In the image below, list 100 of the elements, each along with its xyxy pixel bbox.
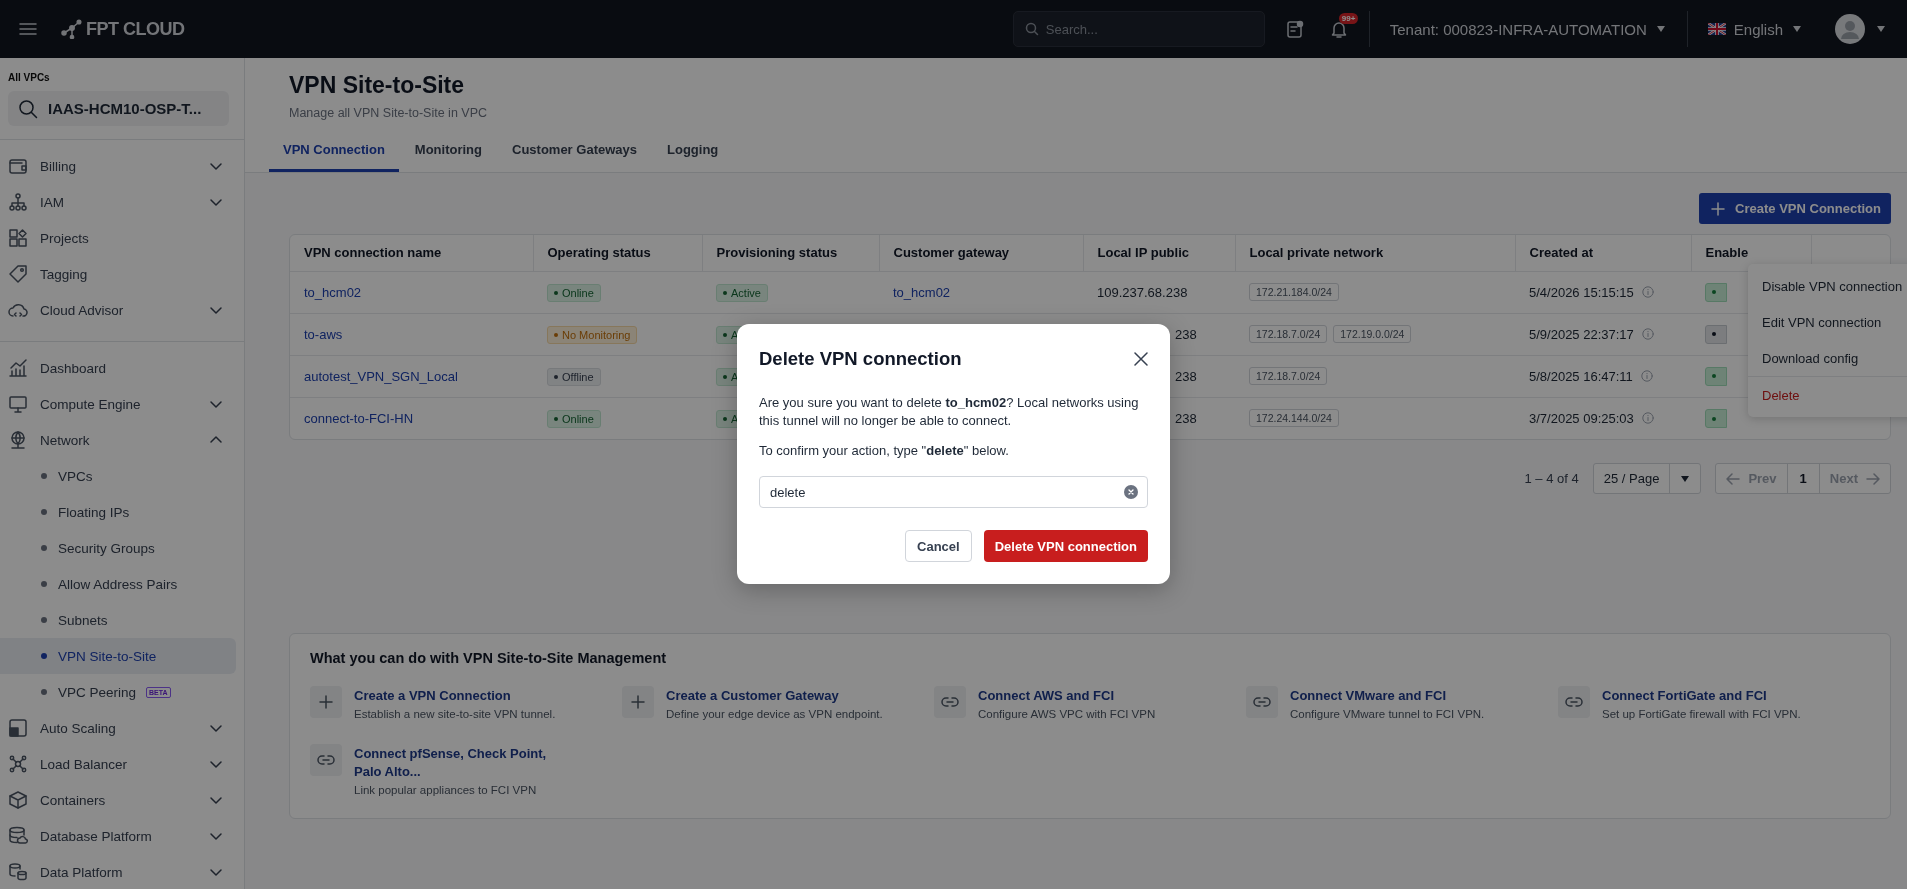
sidebar-item[interactable]: Auto Scaling [0,710,244,746]
column-header: Provisioning status [702,235,879,271]
notes-button[interactable] [1284,19,1305,39]
created-time: 5/8/2025 16:47:11 [1529,368,1633,384]
column-header: Operating status [533,235,702,271]
sidebar-subitem[interactable]: Subnets [0,602,236,638]
menu-item[interactable]: Disable VPN connection [1748,268,1907,304]
status-badge: Active [716,283,768,302]
sidebar-item[interactable]: Data Platform [0,854,244,889]
sidebar-item[interactable]: Tagging [0,256,244,292]
logo[interactable]: FPT CLOUD [60,18,185,40]
confirm-input[interactable]: delete [759,476,1148,508]
created-time: 3/7/2025 09:25:03 [1529,410,1634,426]
guide-link[interactable]: Connect pfSense, Check Point, Palo Alto... [354,745,574,781]
guide-description: Link popular appliances to FCI VPN [354,783,538,798]
status-badge: Online [547,409,601,428]
tab[interactable]: Logging [653,142,733,172]
bullet-icon [40,688,48,696]
connection-link[interactable]: autotest_VPN_SGN_Local [304,368,458,384]
ip-address: 238 [1174,368,1197,384]
plus-icon [1711,201,1726,216]
guide-description: Configure AWS VPC with FCI VPN [978,707,1156,722]
search-icon [18,98,38,119]
close-button[interactable] [1134,352,1148,366]
scope-label: All VPCs [7,72,51,83]
connection-link[interactable]: to_hcm02 [304,284,362,300]
dialog-message: Are you sure you want to delete to_hcm02? Local networks using this tunnel will no longer be able to connect. [759,394,1140,430]
scaling-icon [8,718,28,738]
account-menu[interactable] [1835,14,1887,44]
flag-icon [1707,23,1726,35]
cancel-button[interactable]: Cancel [905,530,972,562]
link-icon [1253,696,1271,708]
sidebar-item[interactable]: Database Platform [0,818,244,854]
delete-button[interactable]: Delete VPN connection [983,530,1148,562]
menu-item[interactable]: Edit VPN connection [1748,304,1907,340]
sidebar-item[interactable]: Dashboard [0,350,244,386]
status-badge: Offline [547,367,601,386]
info-icon [1640,370,1653,382]
tag-icon [8,264,28,284]
database-cloud-icon [8,826,28,846]
gateway-link[interactable]: to_hcm02 [893,284,951,300]
plus-icon [630,694,646,710]
network-tag: 172.19.0.0/24 [1333,325,1412,343]
vpc-selector[interactable]: IAAS-HCM10-OSP-T... [8,91,229,126]
search-field[interactable]: Search... [1012,11,1265,47]
language-selector[interactable]: English [1707,20,1803,38]
create-vpn-button[interactable]: Create VPN Connection [1699,193,1891,224]
ip-address: 109.237.68.238 [1097,284,1188,300]
confirm-instruction: To confirm your action, type "delete" below. [759,442,1010,460]
tab[interactable]: VPN Connection [269,142,399,172]
bullet-icon [40,508,48,516]
tenant-selector[interactable]: Tenant: 000823-INFRA-AUTOMATION [1389,20,1667,38]
guide-link[interactable]: Create a VPN Connection [354,687,556,705]
database-icon [8,862,28,882]
tab[interactable]: Customer Gateways [498,142,651,172]
sidebar-item[interactable]: IAM [0,184,244,220]
sidebar-item[interactable]: Containers [0,782,244,818]
column-header: Local private network [1235,235,1515,271]
tab[interactable]: Monitoring [400,142,496,172]
sidebar-subitem[interactable]: VPCs [0,458,236,494]
created-time: 5/4/2026 15:15:15 [1529,284,1634,300]
blocks-icon [8,228,28,248]
guide-description: Set up FortiGate firewall with FCI VPN. [1602,707,1801,722]
ip-address: 238 [1174,410,1197,426]
link-icon [941,696,959,708]
arrow-right-icon [1866,471,1880,486]
link-icon [317,754,335,766]
page-size-select[interactable]: 25 / Page [1592,463,1702,494]
sidebar-item[interactable]: Billing [0,148,244,184]
guide-link[interactable]: Connect AWS and FCI [978,687,1156,705]
guide-link[interactable]: Create a Customer Gateway [666,687,883,705]
sidebar-item[interactable]: Projects [0,220,244,256]
menu-item[interactable]: Download config [1748,340,1907,376]
network-tag: 172.18.7.0/24 [1249,367,1328,385]
guide-description: Define your edge device as VPN endpoint. [666,707,883,722]
connection-link[interactable]: to-aws [304,326,343,342]
notification-count: 99+ [1338,13,1359,24]
sidebar-item[interactable]: Load Balancer [0,746,244,782]
result-count: 1 – 4 of 4 [1524,471,1579,486]
page-button[interactable]: 1 [1786,464,1820,493]
sidebar-subitem[interactable]: VPN Site-to-Site [0,638,236,674]
guide-link[interactable]: Connect FortiGate and FCI [1602,687,1801,705]
connection-link[interactable]: connect-to-FCI-HN [304,410,414,426]
sidebar-subitem[interactable]: Floating IPs [0,494,236,530]
bullet-icon [40,544,48,552]
close-icon [1134,352,1148,366]
column-header: Created at [1515,235,1691,271]
sidebar-subitem[interactable]: Security Groups [0,530,236,566]
guide-link[interactable]: Connect VMware and FCI [1290,687,1485,705]
column-header: Local IP public [1083,235,1235,271]
sidebar-item[interactable]: Cloud Advisor [0,292,244,328]
sidebar-item[interactable]: Compute Engine [0,386,244,422]
hub-icon [8,754,28,774]
info-icon [1641,328,1654,340]
menu-item[interactable]: Delete [1748,377,1907,413]
page-title: VPN Site-to-Site [289,72,466,99]
sidebar-item[interactable]: Network [0,422,244,458]
wallet-icon [8,156,28,176]
sidebar-subitem[interactable]: Allow Address Pairs [0,566,236,602]
hierarchy-icon [8,192,28,212]
